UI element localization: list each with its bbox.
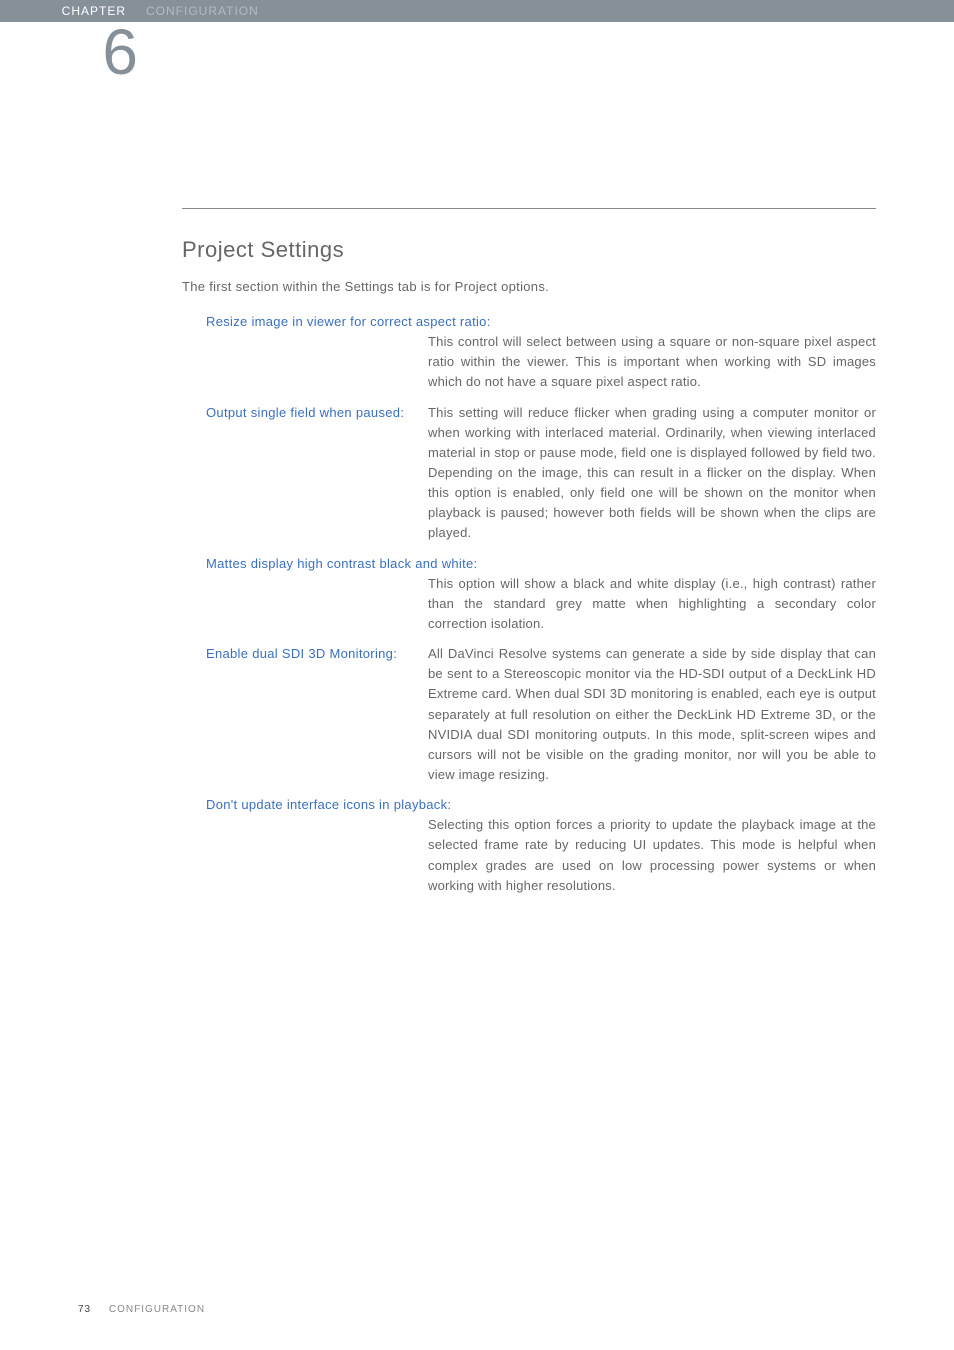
chapter-number: 6 bbox=[0, 22, 136, 82]
setting-body: This control will select between using a… bbox=[428, 332, 876, 392]
chapter-title: CONFIGURATION bbox=[136, 4, 259, 18]
setting-dual-sdi-3d: Enable dual SDI 3D Monitoring: All DaVin… bbox=[206, 644, 876, 785]
header-band: CHAPTER CONFIGURATION bbox=[0, 0, 954, 22]
setting-body: This option will show a black and white … bbox=[428, 574, 876, 634]
setting-body: Selecting this option forces a priority … bbox=[428, 815, 876, 896]
setting-body: All DaVinci Resolve systems can generate… bbox=[428, 644, 876, 785]
setting-mattes-contrast: Mattes display high contrast black and w… bbox=[206, 554, 876, 635]
section-title: Project Settings bbox=[182, 237, 876, 263]
footer-title: CONFIGURATION bbox=[109, 1304, 205, 1315]
page-footer: 73 CONFIGURATION bbox=[78, 1304, 205, 1315]
setting-label: Don't update interface icons in playback… bbox=[206, 795, 876, 815]
setting-resize-aspect: Resize image in viewer for correct aspec… bbox=[206, 312, 876, 393]
page-number: 73 bbox=[78, 1304, 91, 1315]
setting-body: This setting will reduce flicker when gr… bbox=[428, 403, 876, 544]
setting-output-single-field: Output single field when paused: This se… bbox=[206, 403, 876, 544]
section-rule bbox=[182, 208, 876, 209]
page-content: Project Settings The first section withi… bbox=[0, 208, 954, 896]
setting-label: Mattes display high contrast black and w… bbox=[206, 554, 876, 574]
setting-no-ui-update: Don't update interface icons in playback… bbox=[206, 795, 876, 896]
section-intro: The first section within the Settings ta… bbox=[182, 279, 876, 294]
setting-label: Enable dual SDI 3D Monitoring: bbox=[206, 644, 428, 664]
chapter-number-wrap: 6 bbox=[0, 22, 954, 82]
setting-label: Resize image in viewer for correct aspec… bbox=[206, 312, 876, 332]
setting-label: Output single field when paused: bbox=[206, 403, 428, 423]
